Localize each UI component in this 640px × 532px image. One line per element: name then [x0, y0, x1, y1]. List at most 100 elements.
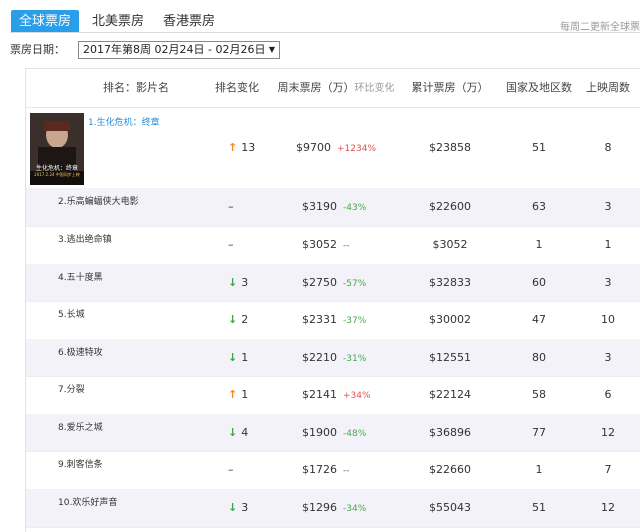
- weekend-value: $2331: [302, 313, 337, 326]
- movie-title[interactable]: 4.五十度黑: [58, 270, 103, 283]
- movie-title[interactable]: 8.爱乐之城: [58, 420, 103, 433]
- total-box-office: $22600: [429, 200, 471, 213]
- weekend-value: $1726: [302, 463, 337, 476]
- movie-title[interactable]: 7.分裂: [58, 382, 85, 395]
- total-box-office: $36896: [429, 426, 471, 439]
- weekend-box-office: $2750 -57%: [302, 276, 366, 289]
- rank-change-value: 1: [241, 351, 249, 364]
- weekend-change-percent: -48%: [343, 429, 367, 439]
- week-count: 1: [604, 238, 612, 251]
- col-rank-title: 排名：影片名: [103, 81, 169, 94]
- week-count: 12: [601, 501, 615, 514]
- rank-change: ↑ 13: [228, 141, 255, 154]
- table-row[interactable]: 8.爱乐之城 ↓ 4 $1900 -48% $36896 77 12: [26, 414, 640, 452]
- rank-change: ↓ 3: [228, 276, 248, 289]
- region-count: 51: [532, 501, 546, 514]
- table-row[interactable]: 3.逃出绝命镇 – $3052 -- $3052 1 1: [26, 226, 640, 265]
- movie-title[interactable]: 2.乐高蝙蝠侠大电影: [58, 194, 139, 207]
- col-regions: 国家及地区数: [506, 81, 572, 94]
- col-weeks: 上映周数: [586, 81, 630, 94]
- total-box-office: $23858: [429, 141, 471, 154]
- weekend-box-office: $3052 --: [302, 238, 350, 251]
- total-box-office: $30002: [429, 313, 471, 326]
- week-count: 8: [604, 141, 612, 154]
- poster-title: 生化危机：终章: [35, 165, 78, 172]
- col-weekend-sub: 环比变化: [354, 83, 395, 94]
- movie-poster[interactable]: 生化危机：终章 2017.2.24 中国同步上映: [30, 113, 84, 185]
- rank-change: ↑ 1: [228, 388, 248, 401]
- table-row[interactable]: 5.长城 ↓ 2 $2331 -37% $30002 47 10: [26, 301, 640, 340]
- region-count: 63: [532, 200, 546, 213]
- weekend-box-office: $2141 +34%: [302, 388, 371, 401]
- table-row[interactable]: 10.欢乐好声音 ↓ 3 $1296 -34% $55043 51 12: [26, 489, 640, 528]
- table-row[interactable]: 7.分裂 ↑ 1 $2141 +34% $22124 58 6: [26, 376, 640, 415]
- rank-change-value: 1: [241, 388, 249, 401]
- weekend-change-percent: -34%: [343, 504, 367, 514]
- table-header: 排名：影片名 排名变化 周末票房（万）环比变化 累计票房（万） 国家及地区数 上…: [26, 69, 640, 108]
- no-change-icon: –: [228, 238, 234, 251]
- table-row[interactable]: 9.刺客信条 – $1726 -- $22660 1 7: [26, 451, 640, 490]
- table-row[interactable]: 6.极速特攻 ↓ 1 $2210 -31% $12551 80 3: [26, 339, 640, 377]
- no-change-icon: –: [228, 200, 234, 213]
- table-row[interactable]: 2.乐高蝙蝠侠大电影 – $3190 -43% $22600 63 3: [26, 188, 640, 227]
- box-office-table: 排名：影片名 排名变化 周末票房（万）环比变化 累计票房（万） 国家及地区数 上…: [25, 68, 640, 532]
- tab-global-box-office[interactable]: 全球票房: [11, 10, 79, 33]
- arrow-down-icon: ↓: [228, 276, 238, 289]
- total-box-office: $3052: [432, 238, 468, 251]
- update-note: 每周二更新全球票: [560, 22, 640, 33]
- dropdown-arrow-icon: ▼: [268, 45, 275, 54]
- region-count: 58: [532, 388, 546, 401]
- weekend-value: $2141: [302, 388, 337, 401]
- rank-change-value: 13: [241, 141, 256, 154]
- movie-title[interactable]: 9.刺客信条: [58, 457, 103, 470]
- arrow-down-icon: ↓: [228, 426, 238, 439]
- week-count: 3: [604, 200, 612, 213]
- table-row[interactable]: 4.五十度黑 ↓ 3 $2750 -57% $32833 60 3: [26, 264, 640, 302]
- region-count: 1: [535, 238, 543, 251]
- arrow-down-icon: ↓: [228, 501, 238, 514]
- arrow-down-icon: ↓: [228, 351, 238, 364]
- weekend-box-office: $1900 -48%: [302, 426, 366, 439]
- weekend-box-office: $9700 +1234%: [296, 141, 376, 154]
- tab-north-america-box-office[interactable]: 北美票房: [84, 10, 152, 33]
- tab-hongkong-box-office[interactable]: 香港票房: [155, 10, 223, 33]
- movie-title[interactable]: 3.逃出绝命镇: [58, 232, 112, 245]
- weekend-box-office: $3190 -43%: [302, 200, 366, 213]
- total-box-office: $22124: [429, 388, 471, 401]
- movie-title[interactable]: 6.极速特攻: [58, 345, 103, 358]
- date-select[interactable]: 2017年第8周 02月24日 - 02月26日 ▼: [78, 41, 280, 59]
- week-count: 7: [604, 463, 612, 476]
- table-row[interactable]: 生化危机：终章 2017.2.24 中国同步上映 1.生化危机：终章 ↑ 13 $9700…: [26, 108, 640, 189]
- col-weekend-label: 周末票房（万）: [277, 81, 355, 94]
- week-count: 3: [604, 351, 612, 364]
- date-select-value: 2017年第8周 02月24日 - 02月26日: [83, 43, 266, 56]
- total-box-office: $22660: [429, 463, 471, 476]
- movie-title[interactable]: 10.欢乐好声音: [58, 495, 117, 508]
- tab-bar: 全球票房 北美票房 香港票房 每周二更新全球票: [0, 0, 640, 33]
- col-total: 累计票房（万）: [411, 81, 489, 94]
- poster-subtitle: 2017.2.24 中国同步上映: [34, 172, 80, 177]
- week-count: 6: [604, 388, 612, 401]
- region-count: 77: [532, 426, 546, 439]
- week-count: 10: [601, 313, 615, 326]
- rank-change: –: [228, 238, 234, 251]
- movie-title[interactable]: 1.生化危机：终章: [88, 115, 160, 128]
- arrow-up-icon: ↑: [228, 141, 238, 154]
- rank-change-value: 2: [241, 313, 249, 326]
- col-rank-change: 排名变化: [215, 81, 259, 94]
- weekend-value: $3190: [302, 200, 337, 213]
- rank-change-value: 4: [241, 426, 249, 439]
- date-label: 票房日期：: [10, 43, 65, 56]
- col-weekend: 周末票房（万）环比变化: [276, 69, 396, 107]
- weekend-value: $3052: [302, 238, 337, 251]
- arrow-up-icon: ↑: [228, 388, 238, 401]
- rank-change: ↓ 1: [228, 351, 248, 364]
- week-count: 3: [604, 276, 612, 289]
- weekend-change-percent: -43%: [343, 203, 367, 213]
- movie-title[interactable]: 5.长城: [58, 307, 85, 320]
- tab-divider: [10, 32, 640, 33]
- weekend-value: $2210: [302, 351, 337, 364]
- weekend-value: $2750: [302, 276, 337, 289]
- no-change-icon: –: [228, 463, 234, 476]
- rank-change-value: 3: [241, 501, 249, 514]
